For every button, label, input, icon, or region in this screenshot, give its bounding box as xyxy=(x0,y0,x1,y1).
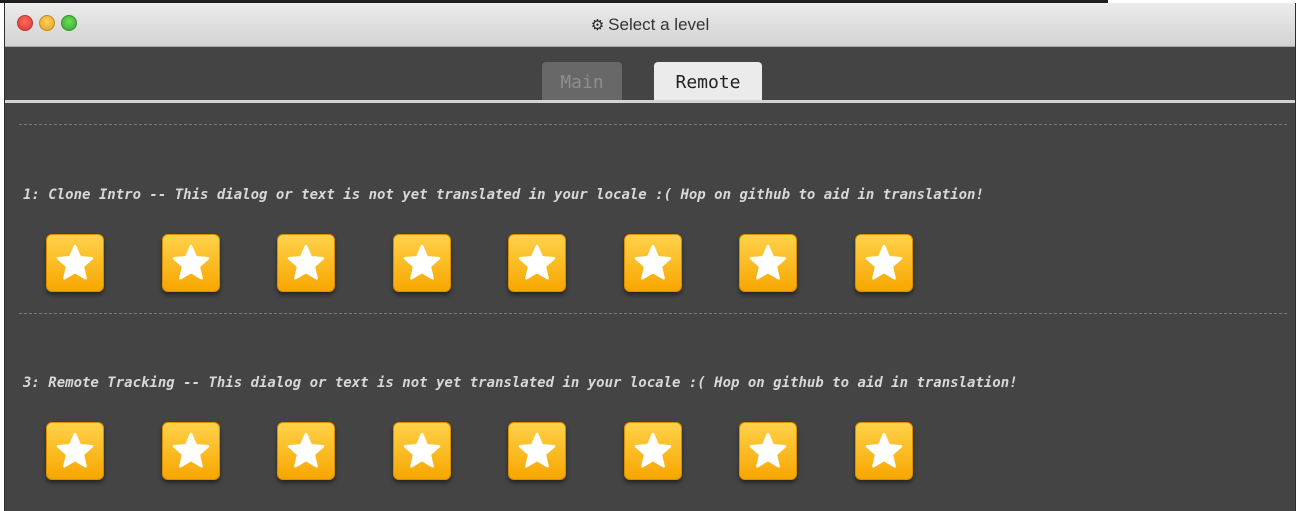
level-title-1: 1: Clone Intro -- This dialog or text is… xyxy=(23,187,984,203)
star-icon xyxy=(634,244,672,280)
level-title-3: 3: Remote Tracking -- This dialog or tex… xyxy=(23,375,1018,391)
star-icon xyxy=(749,432,787,468)
tab-divider xyxy=(5,100,1295,103)
star-icon xyxy=(172,432,210,468)
star-icon xyxy=(403,432,441,468)
tab-main[interactable]: Main xyxy=(542,62,622,102)
level-star-button[interactable] xyxy=(508,422,566,480)
level-select-window: ⚙ Select a level Main Remote 1: Clone Int… xyxy=(4,3,1296,511)
star-icon xyxy=(56,432,94,468)
level-star-button[interactable] xyxy=(277,422,335,480)
star-icon xyxy=(865,244,903,280)
level-star-button[interactable] xyxy=(624,422,682,480)
section-divider xyxy=(19,313,1287,314)
star-icon xyxy=(634,432,672,468)
level-star-button[interactable] xyxy=(393,422,451,480)
window-top-border xyxy=(0,0,1108,3)
level-star-button[interactable] xyxy=(393,234,451,292)
level-star-button[interactable] xyxy=(508,234,566,292)
level-star-button[interactable] xyxy=(739,422,797,480)
tab-remote[interactable]: Remote xyxy=(654,62,762,102)
level-star-button[interactable] xyxy=(46,422,104,480)
level-star-button[interactable] xyxy=(855,234,913,292)
star-icon xyxy=(287,432,325,468)
star-icon xyxy=(865,432,903,468)
star-icon xyxy=(403,244,441,280)
title-bar[interactable]: ⚙ Select a level xyxy=(5,3,1295,47)
window-title: ⚙ Select a level xyxy=(5,15,1295,35)
level-star-button[interactable] xyxy=(624,234,682,292)
star-icon xyxy=(287,244,325,280)
level-star-button[interactable] xyxy=(739,234,797,292)
level-star-button[interactable] xyxy=(46,234,104,292)
section-divider xyxy=(19,124,1287,125)
level-star-button[interactable] xyxy=(855,422,913,480)
star-icon xyxy=(518,432,556,468)
gear-icon: ⚙ xyxy=(590,17,605,34)
level-star-button[interactable] xyxy=(277,234,335,292)
star-icon xyxy=(518,244,556,280)
star-icon xyxy=(172,244,210,280)
star-icon xyxy=(56,244,94,280)
level-star-button[interactable] xyxy=(162,234,220,292)
window-title-text: Select a level xyxy=(608,15,710,34)
star-icon xyxy=(749,244,787,280)
level-star-button[interactable] xyxy=(162,422,220,480)
